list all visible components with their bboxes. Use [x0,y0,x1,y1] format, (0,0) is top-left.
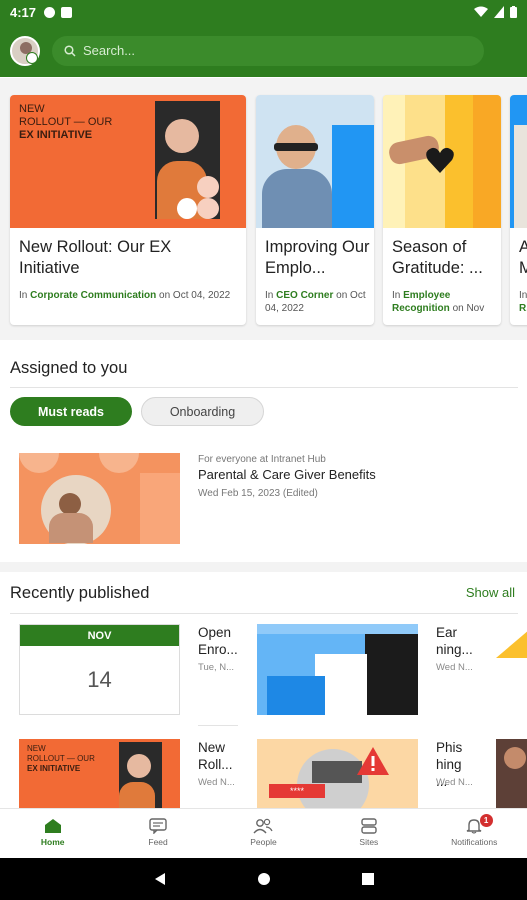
section-title: Recently published [10,584,150,602]
bottom-navigation: Home Feed People Sites Notifications 1 [0,808,527,858]
storage-notification-icon [61,6,73,18]
news-card-meta: In Corporate Communication on Oct 04, 20… [19,290,231,301]
news-card-title: Season of Gratitude: ... [392,238,483,277]
section-title: Assigned to you [10,359,128,377]
nav-sites[interactable]: Sites [316,809,421,858]
heart-icon [426,147,454,173]
news-card[interactable]: Improving Our Emplo... In CEO Corner on … [256,95,374,325]
nav-notifications[interactable]: Notifications 1 [422,809,527,858]
recent-item-title[interactable]: Open Enro... [198,624,238,658]
back-icon[interactable] [153,872,167,886]
assigned-item-audience: For everyone at Intranet Hub [198,454,326,465]
nav-home[interactable]: Home [0,809,105,858]
divider [10,613,518,614]
search-icon [64,44,76,57]
news-card-title: New Rollout: Our EX Initiative [19,238,172,277]
recent-item-thumbnail[interactable] [496,739,527,808]
news-card-meta: In Employee Recognition on Nov [392,290,485,314]
news-card-title: Improving Our Emplo... [265,238,370,277]
assigned-item-title[interactable]: Parental & Care Giver Benefits [198,467,376,482]
search-input[interactable]: Search... [52,35,484,66]
show-all-link[interactable]: Show all [466,585,515,600]
nav-label: Home [40,837,65,847]
avatar-status-badge [26,52,38,64]
recent-item-thumbnail[interactable] [257,624,418,715]
news-card-category[interactable]: Employee Recognition [392,290,450,314]
signal-icon [494,6,504,18]
battery-icon [510,6,517,18]
home-button-icon[interactable] [257,872,271,886]
calendar-day: 14 [87,667,112,692]
nav-label: Sites [359,837,379,847]
news-card-image [510,95,527,228]
people-icon [253,818,274,834]
calendar-month: NOV [20,625,179,646]
recent-item-date: Wed N... [436,777,473,788]
featured-news-carousel: NEW ROLLOUT — OUR EX INITIATIVE New Roll… [0,78,527,340]
news-card[interactable]: A... M... In R... [510,95,527,325]
recent-item-title[interactable]: New Roll... [198,739,238,773]
recents-icon[interactable] [361,872,375,886]
news-card-meta: In R... [519,290,527,314]
status-time: 4:17 [10,4,37,20]
home-icon [44,819,61,833]
recent-item-thumbnail[interactable]: **** [257,739,418,808]
rollout-image-text: NEW ROLLOUT — OUR EX INITIATIVE [19,103,113,141]
news-card-meta: In CEO Corner on Oct 04, 2022 [265,290,366,314]
wifi-icon [474,6,488,17]
news-card-image: NEW ROLLOUT — OUR EX INITIATIVE [10,95,246,228]
news-card-category[interactable]: CEO Corner [276,290,333,301]
recent-item-date: Tue, N... [198,662,235,673]
recent-item-title[interactable]: Ear ning... [436,624,476,658]
app-notification-icon [44,6,56,18]
chip-must-reads[interactable]: Must reads [10,397,132,426]
recent-item-thumbnail[interactable] [496,624,527,715]
nav-label: Notifications [451,837,498,847]
assigned-item-date: Wed Feb 15, 2023 (Edited) [198,488,318,499]
search-placeholder: Search... [83,43,136,58]
news-card-image [256,95,374,228]
notification-count-badge: 1 [479,814,493,827]
section-gap [0,562,527,572]
nav-people[interactable]: People [211,809,316,858]
password-field-graphic: **** [269,784,325,798]
news-card[interactable]: NEW ROLLOUT — OUR EX INITIATIVE New Roll… [10,95,246,325]
person-photo [155,101,220,219]
recent-item-date: Wed N... [436,662,473,673]
recent-item-thumbnail[interactable]: NEW ROLLOUT — OUR EX INITIATIVE [19,739,180,808]
app-bar: Search... [0,24,527,77]
assigned-item-thumbnail[interactable] [19,453,180,544]
nav-label: People [250,837,277,847]
feed-icon [149,818,167,834]
news-card-image [383,95,501,228]
divider [198,725,238,726]
news-card-title: A... M... [519,238,527,277]
nav-label: Feed [148,837,168,847]
event-calendar-thumbnail[interactable]: NOV 14 [19,624,180,715]
recent-item-date: Wed N... [198,777,235,788]
chip-onboarding[interactable]: Onboarding [141,397,264,426]
rollout-image-text: NEW ROLLOUT — OUR EX INITIATIVE [27,744,95,773]
news-card[interactable]: Season of Gratitude: ... In Employee Rec… [383,95,501,325]
status-bar: 4:17 [0,0,527,24]
recently-published-section: Recently published Show all NOV 14 Open … [0,572,527,808]
system-navigation-bar [0,858,527,900]
nav-feed[interactable]: Feed [105,809,210,858]
divider [10,387,518,388]
warning-icon [357,747,389,775]
assigned-section: Assigned to you Must reads Onboarding Fo… [0,349,527,562]
news-card-category[interactable]: Corporate Communication [30,290,156,301]
sites-icon [361,818,377,834]
